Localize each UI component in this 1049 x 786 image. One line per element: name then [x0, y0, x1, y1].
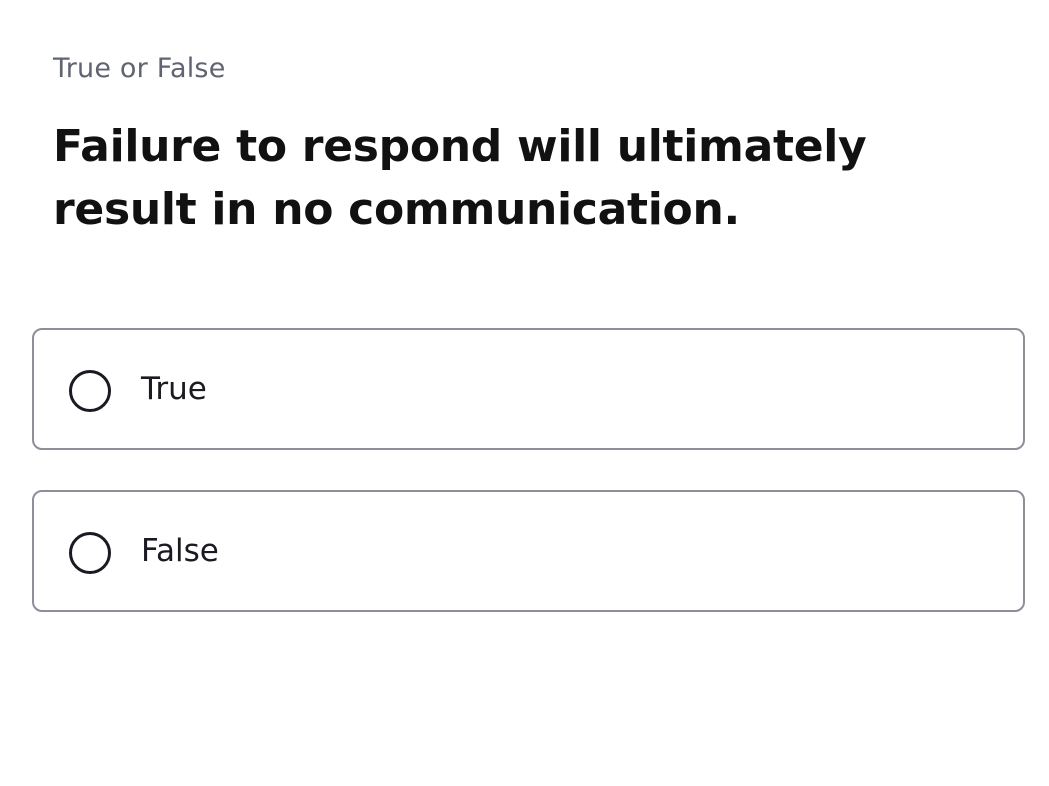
option-label-false: False: [141, 533, 219, 569]
question-type-label: True or False: [53, 53, 226, 84]
option-false[interactable]: False: [32, 490, 1025, 612]
option-true[interactable]: True: [32, 328, 1025, 450]
true-false-question-card: True or False Failure to respond will ul…: [0, 0, 1049, 786]
option-label-true: True: [141, 371, 207, 407]
radio-unchecked-icon[interactable]: [69, 532, 111, 574]
question-text: Failure to respond will ultimately resul…: [53, 121, 867, 235]
radio-unchecked-icon[interactable]: [69, 370, 111, 412]
